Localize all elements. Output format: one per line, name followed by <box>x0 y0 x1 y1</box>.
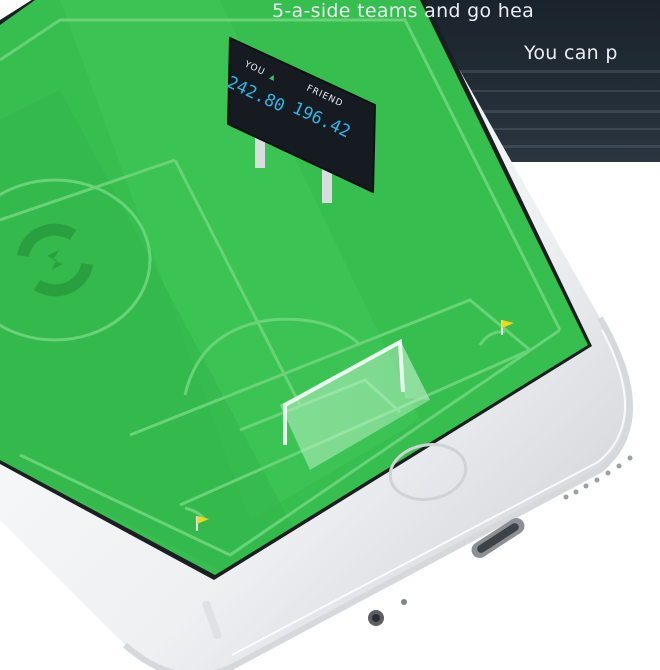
hero-illustration <box>0 0 660 670</box>
hero-text-line-2: You can p <box>524 42 618 64</box>
microphone-hole <box>401 599 407 605</box>
hero-text-line-1: 5-a-side teams and go hea <box>272 0 535 22</box>
